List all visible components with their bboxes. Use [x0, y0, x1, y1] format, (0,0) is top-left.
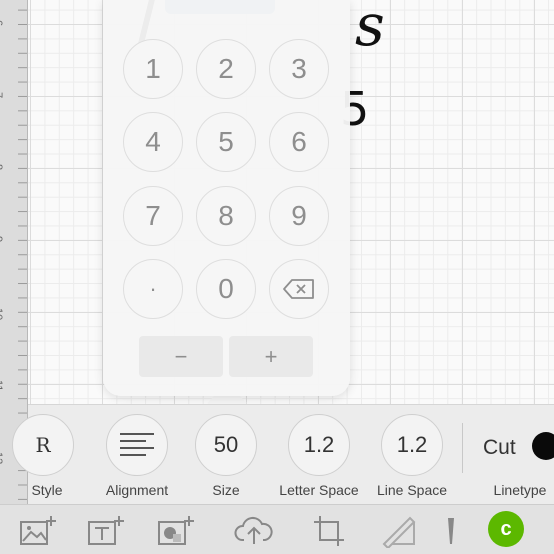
crop-icon[interactable]: [310, 514, 350, 548]
size-button[interactable]: 50: [195, 414, 257, 476]
toolbar-divider: [462, 423, 463, 473]
keypad-key-2[interactable]: 2: [196, 39, 256, 99]
ruler-label: 10: [0, 308, 4, 321]
design-text-fragment[interactable]: s: [355, 0, 385, 54]
align-left-icon: [120, 433, 154, 456]
size-label: Size: [212, 482, 240, 498]
text-properties-toolbar: R Style Alignment 50 Size 1.2 Letter Spa…: [12, 404, 554, 504]
make-it-button[interactable]: c: [488, 511, 524, 547]
ruler-label: 6: [0, 20, 4, 26]
keypad-key-8[interactable]: 8: [196, 186, 256, 246]
add-text-icon[interactable]: [86, 514, 126, 548]
decrement-button[interactable]: −: [139, 336, 223, 377]
keypad-key-4[interactable]: 4: [123, 112, 183, 172]
letter-space-button[interactable]: 1.2: [288, 414, 350, 476]
alignment-label: Alignment: [105, 482, 169, 498]
keypad-key-decimal[interactable]: ·: [123, 259, 183, 319]
upload-icon[interactable]: [234, 514, 274, 548]
letter-space-label: Letter Space: [279, 482, 359, 498]
size-keypad-popover: 1 2 3 4 5 6 7 8 9 · 0 − +: [103, 0, 350, 396]
ruler-label: 11: [0, 380, 4, 392]
ruler-label: 7: [0, 92, 4, 98]
keypad-backspace-button[interactable]: [269, 259, 329, 319]
ruler-label: 9: [0, 236, 4, 242]
line-space-button[interactable]: 1.2: [381, 414, 443, 476]
keypad-key-0[interactable]: 0: [196, 259, 256, 319]
style-label: Style: [31, 482, 63, 498]
increment-button[interactable]: +: [229, 336, 313, 377]
add-shape-icon[interactable]: [156, 514, 196, 548]
bottom-action-bar: [0, 504, 554, 554]
keypad-key-3[interactable]: 3: [269, 39, 329, 99]
linetype-label: Linetype: [493, 482, 547, 498]
style-button[interactable]: R: [12, 414, 74, 476]
linetype-color-swatch[interactable]: [532, 432, 554, 460]
keypad-key-6[interactable]: 6: [269, 112, 329, 172]
ruler-pen-icon[interactable]: [380, 514, 420, 548]
ruler-label: 12: [0, 452, 4, 465]
backspace-icon: [283, 279, 314, 299]
linetype-value[interactable]: Cut: [483, 436, 516, 460]
keypad-key-7[interactable]: 7: [123, 186, 183, 246]
alignment-button[interactable]: [106, 414, 168, 476]
add-image-icon[interactable]: [18, 514, 58, 548]
keypad-key-9[interactable]: 9: [269, 186, 329, 246]
keypad-key-5[interactable]: 5: [196, 112, 256, 172]
ruler-label: 8: [0, 164, 4, 170]
keypad-key-1[interactable]: 1: [123, 39, 183, 99]
line-space-label: Line Space: [376, 482, 448, 498]
edit-icon[interactable]: [440, 514, 460, 548]
